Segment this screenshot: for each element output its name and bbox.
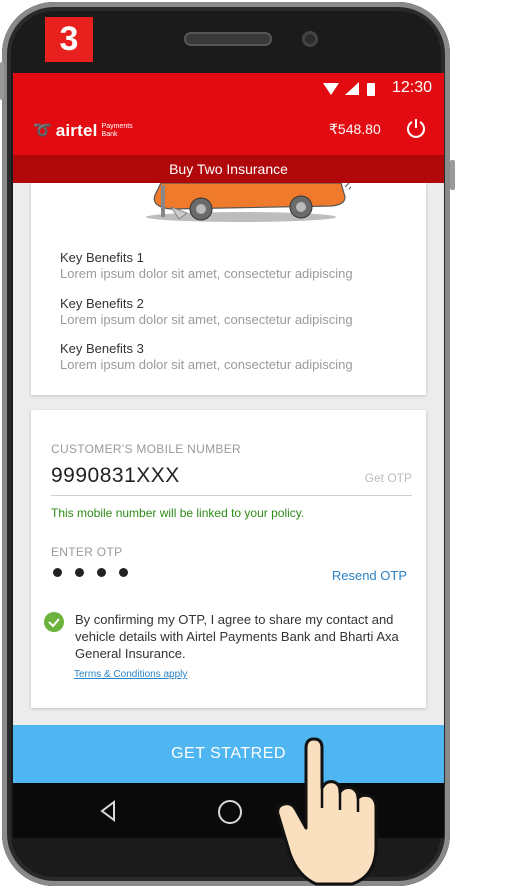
consent-checkbox[interactable] — [44, 612, 64, 632]
benefit-description: Lorem ipsum dolor sit amet, consectetur … — [60, 312, 353, 327]
resend-otp-link[interactable]: Resend OTP — [332, 568, 407, 583]
airtel-swirl-icon: ➰ — [33, 122, 52, 139]
wallet-balance: ₹548.80 — [329, 121, 381, 137]
benefit-item: Key Benefits 2 Lorem ipsum dolor sit ame… — [60, 296, 353, 327]
airtel-payments-bank-logo: ➰ airtel Payments Bank — [33, 121, 133, 141]
car-illustration — [146, 183, 351, 222]
mobile-link-message: This mobile number will be linked to you… — [51, 506, 305, 520]
otp-digit-dot — [53, 568, 62, 577]
earpiece-speaker — [184, 32, 272, 46]
otp-digit-dot — [97, 568, 106, 577]
mobile-field-underline — [51, 495, 412, 496]
wifi-icon — [323, 83, 339, 95]
benefit-title: Key Benefits 2 — [60, 296, 144, 311]
status-bar: 12:30 — [13, 73, 444, 103]
logo-brand: airtel — [55, 121, 98, 140]
get-otp-button[interactable]: Get OTP — [365, 471, 412, 485]
benefit-item: Key Benefits 1 Lorem ipsum dolor sit ame… — [60, 250, 353, 281]
battery-icon — [367, 83, 375, 96]
back-icon[interactable] — [97, 799, 119, 823]
power-icon[interactable] — [405, 117, 427, 139]
step-badge: 3 — [45, 17, 93, 62]
otp-field[interactable] — [53, 568, 128, 577]
otp-digit-dot — [119, 568, 128, 577]
app-screen: 12:30 ➰ airtel Payments Bank ₹548.80 Buy… — [13, 73, 444, 783]
benefit-title: Key Benefits 1 — [60, 250, 144, 265]
consent-text: By confirming my OTP, I agree to share m… — [75, 612, 399, 661]
checkmark-icon — [48, 618, 60, 628]
phone-side-button-right — [450, 160, 455, 190]
tapping-hand-icon — [276, 737, 378, 886]
app-header: ➰ airtel Payments Bank ₹548.80 — [13, 103, 444, 155]
signal-battery-icons — [323, 82, 375, 96]
benefit-description: Lorem ipsum dolor sit amet, consectetur … — [60, 266, 353, 281]
logo-sub-1: Payments — [101, 123, 133, 130]
otp-digit-dot — [75, 568, 84, 577]
verification-form-card: CUSTOMER'S MOBILE NUMBER 9990831XXX Get … — [31, 410, 426, 708]
mobile-number-label: CUSTOMER'S MOBILE NUMBER — [51, 442, 241, 456]
logo-subtext: Payments Bank — [102, 123, 133, 139]
benefit-item: Key Benefits 3 Lorem ipsum dolor sit ame… — [60, 341, 353, 372]
benefit-title: Key Benefits 3 — [60, 341, 144, 356]
home-icon[interactable] — [218, 800, 242, 824]
status-time: 12:30 — [391, 79, 432, 96]
benefit-description: Lorem ipsum dolor sit amet, consectetur … — [60, 357, 353, 372]
logo-sub-2: Bank — [101, 131, 118, 138]
phone-side-button-left — [0, 62, 4, 100]
otp-label: ENTER OTP — [51, 545, 123, 559]
page-title: Buy Two Insurance — [13, 155, 444, 183]
terms-link[interactable]: Terms & Conditions apply — [74, 669, 187, 680]
benefits-card: Key Benefits 1 Lorem ipsum dolor sit ame… — [31, 183, 426, 395]
front-camera — [302, 31, 318, 47]
mobile-number-field[interactable]: 9990831XXX — [51, 464, 180, 488]
cell-signal-icon — [345, 82, 359, 95]
